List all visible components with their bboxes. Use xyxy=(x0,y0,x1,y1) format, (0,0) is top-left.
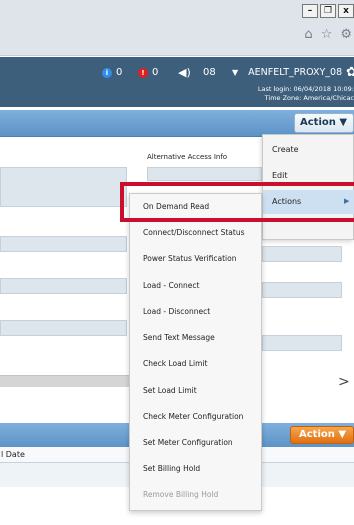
scroll-right-icon[interactable]: > xyxy=(338,375,350,389)
submenu-item-remove-billing-hold: Remove Billing Hold xyxy=(143,490,219,499)
time-zone-text: Time Zone: America/Chicac xyxy=(264,94,354,102)
submenu-item-load-disconnect[interactable]: Load - Disconnect xyxy=(130,299,263,325)
text-field[interactable] xyxy=(0,320,127,336)
settings-gear-icon[interactable]: ⚙ xyxy=(340,28,352,42)
submenu-item-connect-disconnect-status[interactable]: Connect/Disconnect Status xyxy=(130,220,263,246)
highlight-callout xyxy=(120,182,354,222)
home-icon[interactable]: ⌂ xyxy=(304,28,312,42)
actions-submenu: On Demand Read Connect/Disconnect Status… xyxy=(129,193,262,511)
submenu-item-check-meter-configuration[interactable]: Check Meter Configuration xyxy=(130,404,263,430)
window-titlebar: – ❐ x ⌂ ☆ ⚙ xyxy=(0,0,354,56)
chevron-down-icon: ▼ xyxy=(232,68,239,77)
minimize-button[interactable]: – xyxy=(302,4,318,18)
submenu-item-check-load-limit[interactable]: Check Load Limit xyxy=(130,351,263,377)
alternative-access-label: Alternative Access Info xyxy=(147,153,228,161)
info-icon: i xyxy=(102,68,112,78)
text-field[interactable] xyxy=(0,167,127,207)
browser-toolbar-icons: ⌂ ☆ ⚙ xyxy=(304,28,352,42)
last-login-text: Last login: 06/04/2018 10:09: xyxy=(257,85,354,93)
alternative-access-field[interactable] xyxy=(147,167,262,181)
text-field[interactable] xyxy=(262,282,342,298)
volume-value: 08 xyxy=(203,67,216,78)
text-field[interactable] xyxy=(0,278,127,294)
alert-count: 0 xyxy=(152,67,159,78)
favorites-star-icon[interactable]: ☆ xyxy=(321,28,333,42)
submenu-item-set-meter-configuration[interactable]: Set Meter Configuration xyxy=(130,430,263,456)
login-info: Last login: 06/04/2018 10:09: Time Zone:… xyxy=(258,85,354,103)
info-notifications[interactable]: i 0 xyxy=(102,67,122,79)
app-header: i 0 ! 0 ◀) 08 ▼ AENFELT_PROXY_08 ✿ Last … xyxy=(0,57,354,107)
window-controls: – ❐ x xyxy=(300,4,354,18)
speaker-icon: ◀) xyxy=(178,66,191,79)
submenu-item-load-connect[interactable]: Load - Connect xyxy=(130,273,263,299)
restore-button[interactable]: ❐ xyxy=(320,4,336,18)
action-button[interactable]: Action ▼ xyxy=(294,113,354,133)
close-button[interactable]: x xyxy=(338,4,354,18)
text-field[interactable] xyxy=(262,246,342,262)
gear-icon[interactable]: ✿ xyxy=(346,66,354,79)
text-field[interactable] xyxy=(262,335,342,351)
user-menu[interactable]: ▼ AENFELT_PROXY_08 ✿ xyxy=(232,66,354,79)
text-field[interactable] xyxy=(0,236,127,252)
info-count: 0 xyxy=(116,67,123,78)
horizontal-scrollbar[interactable] xyxy=(0,375,130,387)
alert-notifications[interactable]: ! 0 xyxy=(138,67,158,79)
submenu-item-set-load-limit[interactable]: Set Load Limit xyxy=(130,378,263,404)
volume-control[interactable]: ◀) xyxy=(178,67,191,79)
alert-icon: ! xyxy=(138,68,148,78)
menu-item-create[interactable]: Create xyxy=(263,138,354,162)
submenu-item-set-billing-hold[interactable]: Set Billing Hold xyxy=(130,456,263,482)
submenu-item-send-text-message[interactable]: Send Text Message xyxy=(130,325,263,351)
submenu-item-power-status-verification[interactable]: Power Status Verification xyxy=(130,246,263,272)
user-name: AENFELT_PROXY_08 xyxy=(248,67,343,78)
action-button-bottom[interactable]: Action ▼ xyxy=(290,426,354,444)
